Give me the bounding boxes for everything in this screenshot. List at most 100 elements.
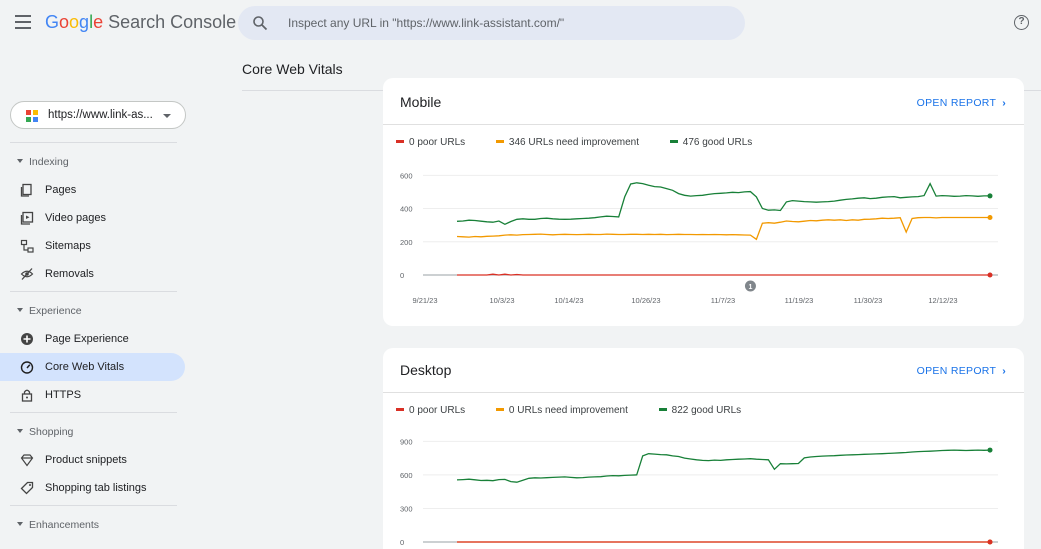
wordmark-letter: g xyxy=(79,12,90,32)
legend-poor[interactable]: 0 poor URLs xyxy=(396,137,465,148)
x-tick-label: 10/3/23 xyxy=(489,296,514,305)
series-line[interactable] xyxy=(456,449,991,483)
legend-swatch xyxy=(396,140,404,143)
property-url: https://www.link-as... xyxy=(48,109,153,121)
wordmark-letter: e xyxy=(93,12,104,32)
y-tick-label: 0 xyxy=(400,271,404,280)
series-endpoint xyxy=(987,272,993,278)
sitemaps-icon xyxy=(20,239,34,253)
series-endpoint xyxy=(987,447,993,453)
lock-icon xyxy=(21,389,33,402)
x-tick-label: 10/26/23 xyxy=(631,296,660,305)
section-header-indexing[interactable]: Indexing xyxy=(17,156,69,168)
y-tick-label: 600 xyxy=(400,471,413,480)
card-title: Mobile xyxy=(400,94,442,110)
legend-label: 346 URLs need improvement xyxy=(508,137,639,148)
section-header-shopping[interactable]: Shopping xyxy=(17,426,73,438)
collapse-caret-icon xyxy=(17,522,23,527)
section-divider xyxy=(10,505,177,506)
y-tick-label: 400 xyxy=(400,205,413,214)
legend-needs-improvement[interactable]: 346 URLs need improvement xyxy=(495,137,639,148)
y-tick-label: 200 xyxy=(400,238,413,247)
open-report-button[interactable]: OPEN REPORT › xyxy=(917,365,1006,377)
y-tick-label: 900 xyxy=(400,437,413,446)
sidebar-item-removals[interactable]: Removals xyxy=(0,260,185,288)
wordmark-letter: G xyxy=(45,12,60,32)
sidebar-item-product-snippets[interactable]: Product snippets xyxy=(0,446,185,474)
google-wordmark: Google xyxy=(45,12,103,32)
chart-legend: 0 poor URLs 346 URLs need improvement 47… xyxy=(396,137,780,148)
search-console-logo[interactable]: Google Search Console xyxy=(45,12,236,33)
url-inspect-search[interactable]: Inspect any URL in "https://www.link-ass… xyxy=(238,6,745,40)
x-tick-label: 9/21/23 xyxy=(412,296,437,305)
legend-label: 476 good URLs xyxy=(682,137,753,148)
legend-swatch xyxy=(396,408,404,411)
series-endpoint xyxy=(987,193,993,199)
sidebar-item-label: Video pages xyxy=(45,212,106,224)
legend-label: 0 poor URLs xyxy=(409,137,466,148)
sidebar-item-label: Sitemaps xyxy=(45,240,91,252)
section-label: Shopping xyxy=(29,426,74,438)
sidebar-item-pages[interactable]: Pages xyxy=(0,176,185,204)
property-selector[interactable]: https://www.link-as... xyxy=(10,101,186,129)
chevron-right-icon: › xyxy=(1002,97,1006,109)
chevron-right-icon: › xyxy=(1002,365,1006,377)
sidebar-item-sitemaps[interactable]: Sitemaps xyxy=(0,232,185,260)
x-tick-label: 11/30/23 xyxy=(854,296,883,305)
series-line[interactable] xyxy=(456,182,990,226)
x-tick-label: 12/12/23 xyxy=(928,296,957,305)
legend-good[interactable]: 476 good URLs xyxy=(669,137,753,148)
section-divider xyxy=(10,142,177,143)
legend-needs-improvement[interactable]: 0 URLs need improvement xyxy=(495,405,628,416)
page-title: Core Web Vitals xyxy=(242,61,343,77)
removals-icon xyxy=(20,268,34,280)
legend-swatch xyxy=(669,140,678,143)
property-favicon-icon xyxy=(26,110,38,122)
help-icon[interactable]: ? xyxy=(1014,15,1029,30)
series-line[interactable] xyxy=(457,273,990,276)
open-report-button[interactable]: OPEN REPORT › xyxy=(917,97,1006,109)
legend-swatch xyxy=(495,408,504,411)
annotation-label: 1 xyxy=(748,284,752,291)
search-input[interactable]: Inspect any URL in "https://www.link-ass… xyxy=(288,16,564,30)
section-header-experience[interactable]: Experience xyxy=(17,305,82,317)
y-tick-label: 600 xyxy=(400,171,413,180)
mobile-card: Mobile OPEN REPORT › 0 poor URLs 346 URLs… xyxy=(383,78,1024,326)
page-experience-icon xyxy=(21,333,33,345)
y-tick-label: 300 xyxy=(400,504,413,513)
collapse-caret-icon xyxy=(17,429,23,434)
legend-good[interactable]: 822 good URLs xyxy=(658,405,742,416)
sidebar-item-label: Pages xyxy=(45,184,77,196)
section-divider xyxy=(10,291,177,292)
sidebar-item-label: Core Web Vitals xyxy=(45,361,125,373)
video-pages-icon xyxy=(20,211,34,225)
menu-icon[interactable] xyxy=(15,15,31,29)
sidebar-item-page-experience[interactable]: Page Experience xyxy=(0,325,185,353)
legend-swatch xyxy=(495,140,504,143)
mobile-chart[interactable]: 0 200 400 600 9/21/23 10/3/23 10/14/23 10/26/23… xyxy=(383,162,1024,322)
open-report-label: OPEN REPORT xyxy=(916,365,997,377)
sidebar-item-core-web-vitals[interactable]: Core Web Vitals xyxy=(0,353,185,381)
chart-legend: 0 poor URLs 0 URLs need improvement 822 … xyxy=(396,405,769,416)
legend-label: 822 good URLs xyxy=(671,405,742,416)
desktop-chart[interactable]: 0 300 600 900 xyxy=(383,430,1024,549)
sidebar-item-label: Removals xyxy=(45,268,94,280)
sidebar-item-video-pages[interactable]: Video pages xyxy=(0,204,185,232)
sidebar-item-label: Product snippets xyxy=(45,454,127,466)
y-tick-label: 0 xyxy=(400,538,404,547)
sidebar-item-label: Page Experience xyxy=(45,333,129,345)
sidebar-item-https[interactable]: HTTPS xyxy=(0,381,185,409)
top-bar: Google Search Console Inspect any URL in… xyxy=(0,0,1041,48)
tag-icon xyxy=(20,481,34,495)
series-line[interactable] xyxy=(456,216,990,241)
legend-poor[interactable]: 0 poor URLs xyxy=(396,405,465,416)
pages-icon xyxy=(20,183,32,197)
x-tick-label: 10/14/23 xyxy=(554,296,583,305)
product-name: Search Console xyxy=(108,12,237,32)
section-header-enhancements[interactable]: Enhancements xyxy=(17,519,99,531)
sidebar-item-shopping-tab-listings[interactable]: Shopping tab listings xyxy=(0,474,185,502)
card-divider xyxy=(383,124,1024,125)
desktop-card: Desktop OPEN REPORT › 0 poor URLs 0 URLs … xyxy=(383,348,1024,549)
wordmark-letter: o xyxy=(69,12,80,32)
series-endpoint xyxy=(987,215,993,221)
